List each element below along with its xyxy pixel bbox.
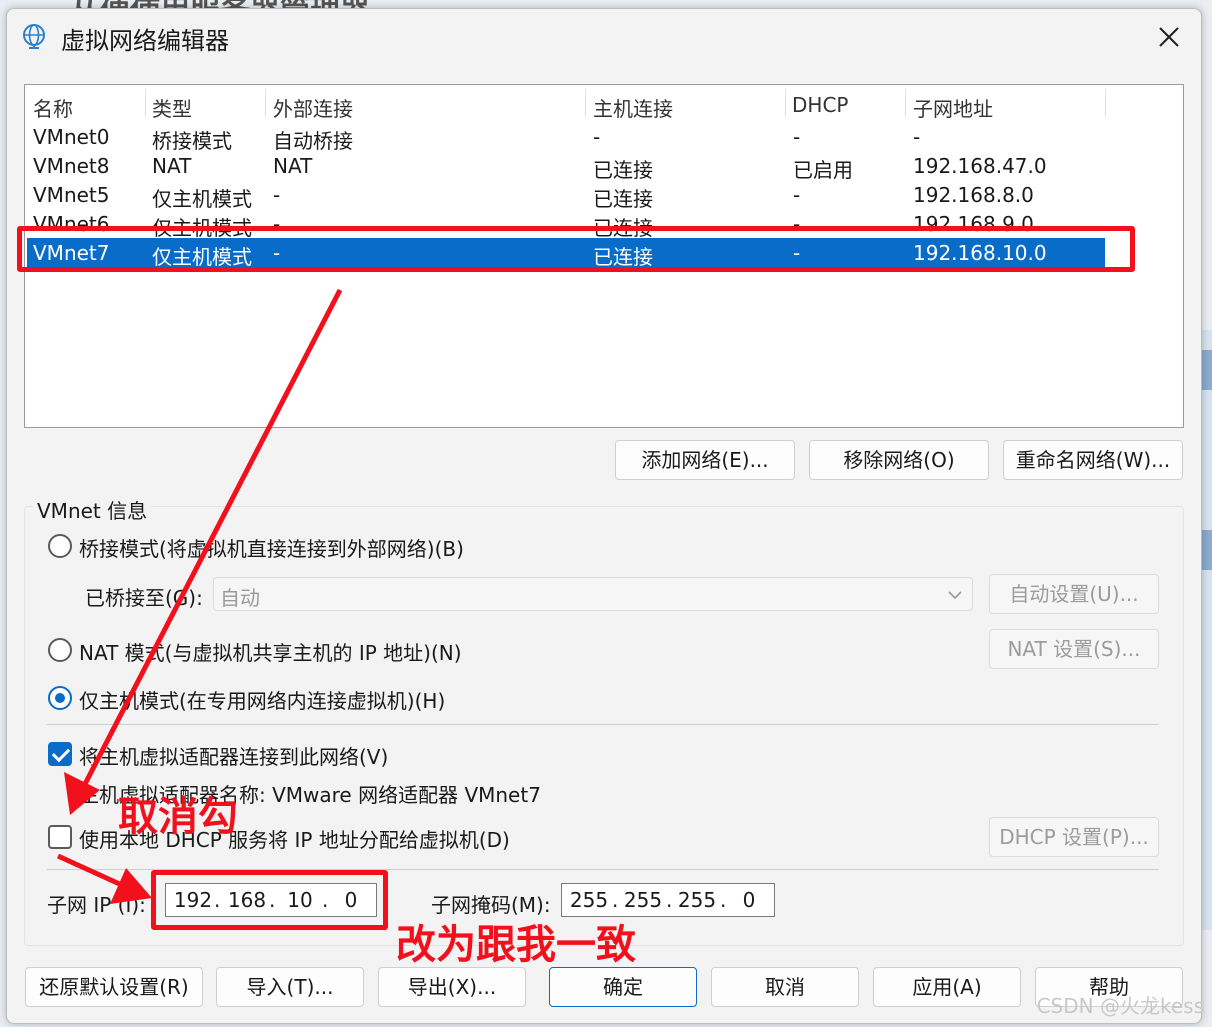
octet-separator: . xyxy=(612,888,619,912)
column-separator xyxy=(1105,89,1106,117)
subnet-mask-octet: 255 xyxy=(623,888,663,912)
table-row[interactable]: VMnet5 仅主机模式 - 已连接 - 192.168.8.0 xyxy=(27,180,1105,211)
subnet-mask-octet: 255 xyxy=(569,888,609,912)
column-header-host[interactable]: 主机连接 xyxy=(593,93,673,122)
column-header-type[interactable]: 类型 xyxy=(152,93,192,122)
dhcp-settings-button[interactable]: DHCP 设置(P)... xyxy=(989,817,1159,857)
row-external: - xyxy=(273,183,281,207)
row-subnet: - xyxy=(913,125,921,149)
host-only-mode-label[interactable]: 仅主机模式(在专用网络内连接虚拟机)(H) xyxy=(79,685,445,714)
import-button[interactable]: 导入(T)... xyxy=(216,967,364,1007)
restore-defaults-button[interactable]: 还原默认设置(R) xyxy=(25,967,203,1007)
row-name: VMnet5 xyxy=(33,183,110,207)
remove-network-button[interactable]: 移除网络(O) xyxy=(809,440,989,480)
auto-settings-button[interactable]: 自动设置(U)... xyxy=(989,574,1159,614)
close-icon[interactable] xyxy=(1155,23,1183,51)
watermark: CSDN @火龙kess xyxy=(1036,994,1204,1018)
row-subnet: 192.168.47.0 xyxy=(913,154,1047,178)
divider xyxy=(47,724,1159,725)
column-header-external[interactable]: 外部连接 xyxy=(273,93,353,122)
connect-adapter-label[interactable]: 将主机虚拟适配器连接到此网络(V) xyxy=(79,741,388,770)
connect-adapter-checkbox[interactable] xyxy=(48,742,72,766)
bridged-to-select[interactable]: 自动 xyxy=(213,577,973,611)
annotation-highlight-row xyxy=(17,226,1135,272)
annotation-match-text: 改为跟我一致 xyxy=(396,922,636,968)
nat-mode-radio[interactable] xyxy=(48,638,72,662)
row-host: 已连接 xyxy=(593,158,653,182)
window-title: 虚拟网络编辑器 xyxy=(61,27,229,55)
nat-mode-label[interactable]: NAT 模式(与虚拟机共享主机的 IP 地址)(N) xyxy=(79,637,462,666)
column-separator xyxy=(785,89,786,117)
subnet-mask-octet: 255 xyxy=(677,888,717,912)
nat-settings-button[interactable]: NAT 设置(S)... xyxy=(989,629,1159,669)
row-dhcp: - xyxy=(793,183,801,207)
chevron-down-icon xyxy=(948,591,962,600)
apply-button[interactable]: 应用(A) xyxy=(873,967,1021,1007)
column-header-dhcp[interactable]: DHCP xyxy=(792,93,848,117)
column-header-subnet[interactable]: 子网地址 xyxy=(913,93,993,122)
bridged-to-label: 已桥接至(G): xyxy=(85,586,203,610)
globe-icon xyxy=(23,24,45,49)
add-network-button[interactable]: 添加网络(E)... xyxy=(615,440,795,480)
export-button[interactable]: 导出(X)... xyxy=(378,967,526,1007)
row-type: NAT xyxy=(152,154,192,178)
table-row[interactable]: VMnet8 NAT NAT 已连接 已启用 192.168.47.0 xyxy=(27,151,1105,182)
title-bar: 虚拟网络编辑器 xyxy=(7,9,1201,65)
octet-separator: . xyxy=(666,888,673,912)
row-external: 自动桥接 xyxy=(273,129,353,153)
row-name: VMnet0 xyxy=(33,125,110,149)
column-separator xyxy=(905,89,906,117)
annotation-highlight-subnet-ip xyxy=(151,870,388,930)
subnet-ip-label: 子网 IP (I): xyxy=(47,893,146,917)
column-separator xyxy=(585,89,586,117)
column-header-name[interactable]: 名称 xyxy=(33,93,73,122)
bridged-mode-radio[interactable] xyxy=(48,534,72,558)
row-external: NAT xyxy=(273,154,313,178)
cancel-button[interactable]: 取消 xyxy=(711,967,859,1007)
rename-network-button[interactable]: 重命名网络(W)... xyxy=(1003,440,1183,480)
column-separator xyxy=(145,89,146,117)
row-host: 已连接 xyxy=(593,187,653,211)
table-row[interactable]: VMnet0 桥接模式 自动桥接 - - - xyxy=(27,122,1105,153)
bridged-to-value: 自动 xyxy=(220,586,260,610)
vmnet-info-label: VMnet 信息 xyxy=(33,495,152,524)
host-only-mode-radio[interactable] xyxy=(48,686,72,710)
row-subnet: 192.168.8.0 xyxy=(913,183,1034,207)
dhcp-checkbox[interactable] xyxy=(48,825,72,849)
subnet-mask-octet: 0 xyxy=(742,888,756,912)
row-host: - xyxy=(593,125,601,149)
row-type: 仅主机模式 xyxy=(152,187,252,211)
row-type: 桥接模式 xyxy=(152,129,232,153)
row-dhcp: - xyxy=(793,125,801,149)
bridged-mode-label[interactable]: 桥接模式(将虚拟机直接连接到外部网络)(B) xyxy=(79,533,464,562)
row-name: VMnet8 xyxy=(33,154,110,178)
ok-button[interactable]: 确定 xyxy=(549,967,697,1007)
column-separator xyxy=(265,89,266,117)
annotation-uncheck-text: 取消勾 xyxy=(118,794,238,840)
row-dhcp: 已启用 xyxy=(793,158,853,182)
